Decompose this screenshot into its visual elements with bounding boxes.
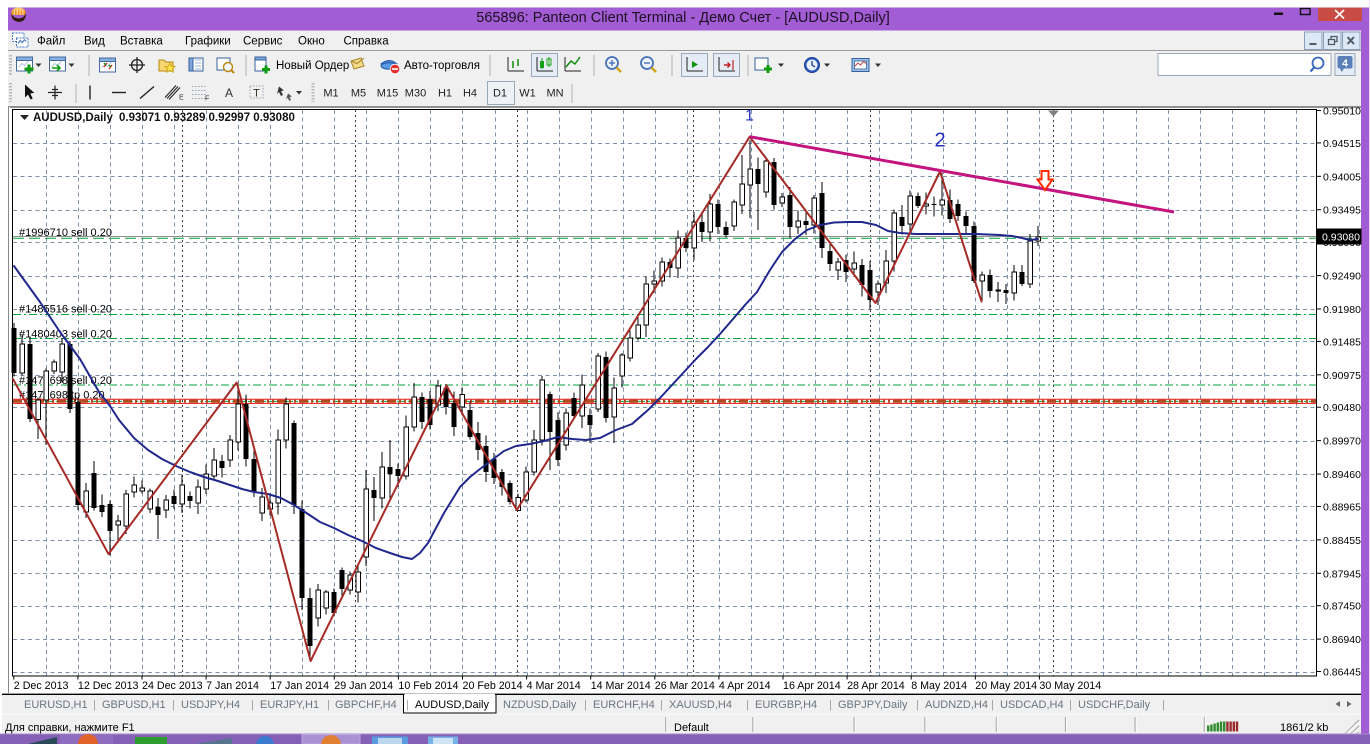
svg-text:1861/2 kb: 1861/2 kb — [1280, 722, 1328, 734]
svg-text:0.88455: 0.88455 — [1323, 535, 1361, 547]
svg-text:|: | — [406, 699, 409, 711]
svg-text:26 Mar 2014: 26 Mar 2014 — [655, 680, 715, 692]
svg-text:A: A — [225, 86, 233, 100]
svg-text:E: E — [179, 95, 184, 102]
svg-text:|: | — [327, 699, 330, 711]
svg-text:0.95010: 0.95010 — [1323, 106, 1361, 118]
svg-text:|: | — [660, 699, 663, 711]
svg-text:Окно: Окно — [298, 36, 325, 48]
svg-text:Вставка: Вставка — [120, 36, 163, 48]
svg-text:0.86940: 0.86940 — [1323, 634, 1361, 646]
svg-text:Default: Default — [674, 722, 709, 734]
svg-text:0.90975: 0.90975 — [1323, 370, 1361, 382]
svg-text:0.94005: 0.94005 — [1323, 171, 1361, 183]
svg-text:Для справки, нажмите F1: Для справки, нажмите F1 — [5, 722, 135, 734]
svg-text:1: 1 — [745, 108, 754, 125]
svg-text:2: 2 — [934, 130, 945, 152]
svg-text:Вид: Вид — [84, 36, 105, 48]
svg-text:14 Mar 2014: 14 Mar 2014 — [591, 680, 651, 692]
svg-text:Справка: Справка — [344, 36, 390, 48]
svg-text:EURUSD,H1: EURUSD,H1 — [24, 699, 88, 711]
svg-text:0.90480: 0.90480 — [1323, 402, 1361, 414]
svg-text:|: | — [746, 699, 749, 711]
svg-text:EURCHF,H4: EURCHF,H4 — [593, 699, 655, 711]
svg-text:0.91485: 0.91485 — [1323, 336, 1361, 348]
svg-text:0.89970: 0.89970 — [1323, 436, 1361, 448]
svg-text:XAUUSD,H4: XAUUSD,H4 — [669, 699, 732, 711]
svg-text:|: | — [1069, 699, 1072, 711]
svg-text:|: | — [1162, 699, 1165, 711]
svg-text:0.89460: 0.89460 — [1323, 469, 1361, 481]
svg-text:Графики: Графики — [185, 36, 231, 48]
svg-text:28 Apr 2014: 28 Apr 2014 — [847, 680, 905, 692]
svg-text:W1: W1 — [519, 88, 536, 100]
svg-text:10 Feb 2014: 10 Feb 2014 — [398, 680, 458, 692]
svg-text:0.93071 0.93289 0.92997 0.9308: 0.93071 0.93289 0.92997 0.93080 — [119, 112, 295, 124]
svg-text:0.88965: 0.88965 — [1323, 501, 1361, 513]
svg-text:D1: D1 — [493, 88, 507, 100]
svg-text:7 Jan 2014: 7 Jan 2014 — [206, 680, 259, 692]
svg-text:|: | — [991, 699, 994, 711]
svg-text:USDCHF,Daily: USDCHF,Daily — [1078, 699, 1151, 711]
svg-text:30 May 2014: 30 May 2014 — [1039, 680, 1101, 692]
svg-text:|: | — [584, 699, 587, 711]
svg-text:Новый Ордер: Новый Ордер — [276, 60, 349, 72]
svg-text:|: | — [93, 699, 96, 711]
svg-text:0.93080: 0.93080 — [1322, 232, 1360, 244]
svg-text:M5: M5 — [351, 88, 366, 100]
svg-text:GBPUSD,H1: GBPUSD,H1 — [102, 699, 166, 711]
svg-text:Файл: Файл — [37, 36, 65, 48]
svg-text:#1471698 sell 0.20: #1471698 sell 0.20 — [19, 375, 112, 387]
svg-text:GBPJPY,Daily: GBPJPY,Daily — [838, 699, 908, 711]
svg-text:20 May 2014: 20 May 2014 — [975, 680, 1037, 692]
svg-text:0.93495: 0.93495 — [1323, 205, 1361, 217]
svg-text:17 Jan 2014: 17 Jan 2014 — [270, 680, 329, 692]
svg-text:H4: H4 — [463, 88, 477, 100]
svg-text:0.87450: 0.87450 — [1323, 601, 1361, 613]
svg-text:F: F — [205, 96, 209, 103]
svg-text:0.86445: 0.86445 — [1323, 667, 1361, 679]
svg-text:USDCAD,H4: USDCAD,H4 — [1000, 699, 1064, 711]
svg-text:4 Apr 2014: 4 Apr 2014 — [719, 680, 771, 692]
svg-text:#1996710 sell 0.20: #1996710 sell 0.20 — [19, 227, 112, 239]
svg-text:#1485516 sell 0.20: #1485516 sell 0.20 — [19, 304, 112, 316]
svg-text:T: T — [253, 88, 260, 100]
svg-text:Сервис: Сервис — [243, 36, 283, 48]
svg-text:29 Jan 2014: 29 Jan 2014 — [334, 680, 393, 692]
svg-text:0.87945: 0.87945 — [1323, 568, 1361, 580]
svg-text:|: | — [172, 699, 175, 711]
svg-text:565896: Panteon Client Termina: 565896: Panteon Client Terminal - Демо С… — [476, 10, 889, 26]
svg-text:AUDNZD,H4: AUDNZD,H4 — [925, 699, 988, 711]
svg-text:M15: M15 — [377, 88, 398, 100]
svg-text:USDJPY,H4: USDJPY,H4 — [181, 699, 240, 711]
svg-text:|: | — [829, 699, 832, 711]
svg-text:AUDUSD,Daily: AUDUSD,Daily — [415, 699, 489, 711]
svg-text:8 May 2014: 8 May 2014 — [911, 680, 967, 692]
svg-text:Авто-торговля: Авто-торговля — [404, 60, 480, 72]
svg-text:AUDUSD,Daily: AUDUSD,Daily — [33, 112, 113, 124]
svg-text:|: | — [916, 699, 919, 711]
svg-text:|: | — [251, 699, 254, 711]
svg-text:EURGBP,H4: EURGBP,H4 — [755, 699, 817, 711]
svg-text:H1: H1 — [438, 88, 452, 100]
svg-text:NZDUSD,Daily: NZDUSD,Daily — [503, 699, 577, 711]
svg-text:0.91980: 0.91980 — [1323, 304, 1361, 316]
svg-text:M30: M30 — [405, 88, 426, 100]
svg-text:GBPCHF,H4: GBPCHF,H4 — [335, 699, 397, 711]
svg-text:2 Dec 2013: 2 Dec 2013 — [14, 680, 69, 692]
svg-text:M1: M1 — [323, 88, 338, 100]
svg-text:0.92490: 0.92490 — [1323, 271, 1361, 283]
svg-text:4 Mar 2014: 4 Mar 2014 — [527, 680, 581, 692]
svg-text:4: 4 — [1342, 58, 1348, 70]
svg-text:MN: MN — [546, 88, 563, 100]
svg-text:0.94515: 0.94515 — [1323, 138, 1361, 150]
svg-text:12 Dec 2013: 12 Dec 2013 — [78, 680, 139, 692]
svg-text:EURJPY,H1: EURJPY,H1 — [260, 699, 319, 711]
svg-text:20 Feb 2014: 20 Feb 2014 — [463, 680, 523, 692]
svg-text:16 Apr 2014: 16 Apr 2014 — [783, 680, 841, 692]
svg-text:24 Dec 2013: 24 Dec 2013 — [142, 680, 203, 692]
